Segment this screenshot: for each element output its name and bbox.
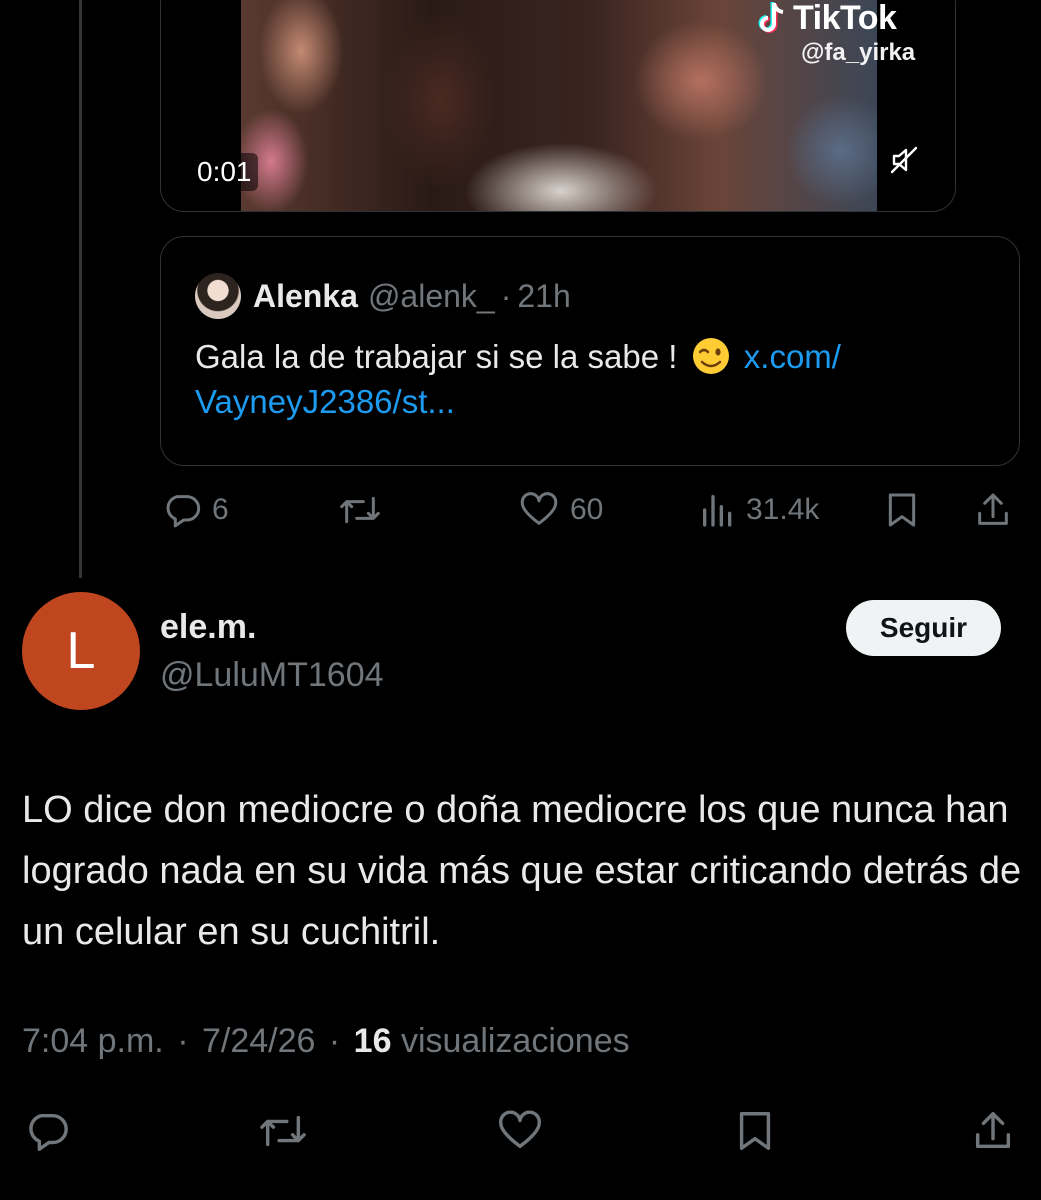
video-timestamp: 0:01 [191,153,258,191]
tweet-date[interactable]: 7/24/26 [202,1022,315,1060]
muted-speaker-icon[interactable] [889,145,919,175]
tiktok-watermark: TikTok [757,0,897,38]
tiktok-brand-text: TikTok [793,0,897,37]
quoted-tweet-header: Alenka @alenk_ · 21h [195,273,571,319]
retweet-action[interactable] [258,1108,308,1154]
author-name[interactable]: ele.m. [160,608,256,647]
author-avatar[interactable]: L [22,592,140,710]
retweet-icon [260,1115,306,1147]
meta-separator: · [177,1022,189,1060]
heart-icon [520,492,558,525]
quoted-separator: · [500,277,512,314]
reply-action[interactable] [24,1108,70,1154]
follow-button[interactable]: Seguir [846,600,1001,656]
quoted-author-avatar [195,273,241,319]
wink-emoji-icon [692,338,729,374]
quoted-link-part2[interactable]: VayneyJ2386/st... [195,383,455,420]
bookmark-action[interactable] [882,490,922,530]
quoted-text-body: Gala la de trabajar si se la sabe ! [195,338,678,375]
heart-icon [499,1110,541,1149]
tweet-views-label: visualizaciones [400,1022,630,1060]
like-action[interactable] [496,1108,544,1154]
bookmark-icon [888,493,916,527]
share-icon [975,1112,1011,1149]
tweet-text: LO dice don mediocre o doña mediocre los… [22,789,1022,953]
views-count: 31.4k [746,493,820,526]
quoted-link-part1[interactable]: x.com/ [744,338,841,375]
share-icon [978,493,1008,525]
tiktok-logo-icon [758,1,784,33]
tweet-views-count: 16 [353,1022,392,1060]
quoted-tweet[interactable]: Alenka @alenk_ · 21h Gala la de trabajar… [160,236,1020,466]
author-handle[interactable]: @LuluMT1604 [160,656,384,695]
share-action[interactable] [973,490,1013,530]
reply-count: 6 [212,493,229,526]
quoted-author-handle: @alenk_ [367,277,495,314]
tweet-time[interactable]: 7:04 p.m. [22,1022,164,1060]
thread-connector-line [79,0,82,578]
retweet-action[interactable] [338,490,382,530]
tweet-meta: 7:04 p.m. · 7/24/26 · 16 visualizaciones [22,1022,630,1061]
views-bars-icon [703,495,732,527]
bookmark-icon [739,1112,771,1150]
retweet-icon [340,496,380,524]
quoted-author-name: Alenka [253,277,358,314]
bookmark-action[interactable] [732,1108,778,1154]
quoted-tweet-text: Gala la de trabajar si se la sabe ! x.co… [195,335,995,424]
quoted-timestamp: 21h [517,277,571,314]
views-action[interactable]: 31.4k [700,490,819,530]
like-action[interactable]: 60 [518,490,603,530]
share-action[interactable] [970,1108,1016,1154]
tiktok-username: @fa_yirka [801,39,916,66]
meta-separator: · [328,1022,341,1060]
reply-bubble-icon [29,1113,68,1151]
reply-bubble-icon [166,495,201,528]
like-count: 60 [570,493,604,526]
video-player[interactable]: 0:01 TikTok @fa_yirka [160,0,956,212]
reply-action[interactable]: 6 [162,490,229,530]
